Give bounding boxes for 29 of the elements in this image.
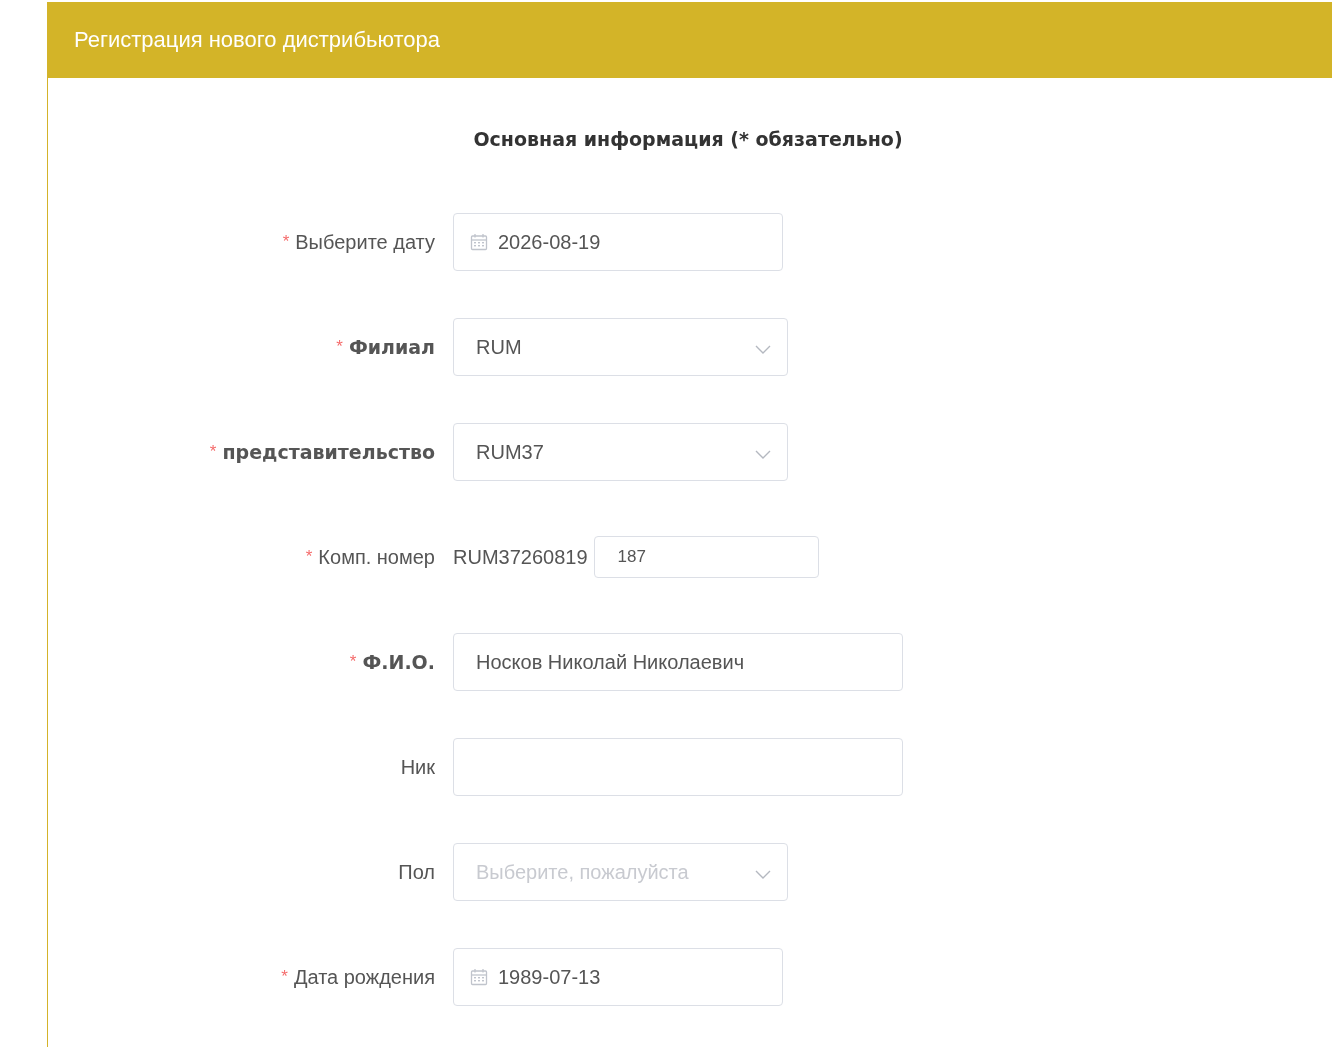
text-field[interactable] bbox=[453, 738, 903, 796]
field-label: Выберите дату bbox=[295, 230, 435, 254]
field-label: представительство bbox=[222, 441, 435, 463]
number-field[interactable]: 187 bbox=[593, 536, 819, 578]
field-label: Дата рождения bbox=[293, 965, 435, 989]
required-mark: * bbox=[349, 652, 357, 672]
date-field[interactable]: 2026-08-19 bbox=[453, 213, 783, 271]
field-label: Комп. номер bbox=[318, 545, 435, 569]
required-mark: * bbox=[281, 967, 288, 987]
text-field[interactable]: Носков Николай Николаевич bbox=[453, 633, 903, 691]
section-title: Основная информация (* обязательно) bbox=[472, 128, 904, 150]
field-label: Ф.И.О. bbox=[362, 651, 435, 673]
select-field[interactable]: RUM bbox=[453, 318, 788, 376]
chevron-down-icon bbox=[755, 344, 771, 354]
page-title: Регистрация нового дистрибьютора bbox=[74, 27, 440, 53]
number-prefix: RUM37260819 bbox=[453, 545, 588, 569]
field-label: Ник bbox=[400, 755, 435, 779]
date-field[interactable]: 1989-07-13 bbox=[453, 948, 783, 1006]
calendar-icon bbox=[470, 968, 488, 986]
required-mark: * bbox=[305, 547, 313, 567]
field-label: Пол bbox=[398, 860, 435, 884]
chevron-down-icon bbox=[755, 449, 771, 459]
required-mark: * bbox=[209, 442, 217, 462]
required-mark: * bbox=[282, 232, 290, 252]
select-field[interactable]: RUM37 bbox=[453, 423, 788, 481]
required-mark: * bbox=[336, 337, 343, 357]
calendar-icon bbox=[470, 233, 488, 251]
field-label: Филиал bbox=[348, 336, 435, 358]
chevron-down-icon bbox=[755, 869, 771, 879]
